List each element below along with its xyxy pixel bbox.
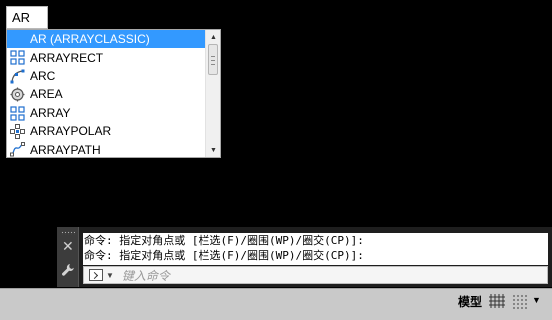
command-prompt[interactable]: ▼ 键入命令 [83, 266, 548, 284]
autocomplete-items: AR (ARRAYCLASSIC) ARRAYRECT ARC AREA ARR… [7, 30, 205, 157]
area-icon [10, 87, 25, 102]
array-polar-icon [10, 123, 25, 139]
history-line: 命令: 指定对角点或 [栏选(F)/圈围(WP)/圈交(CP)]: [84, 249, 364, 262]
chevron-up-icon: ▲ [210, 33, 217, 41]
arc-icon [10, 69, 25, 84]
close-icon[interactable]: ✕ [62, 239, 74, 253]
scroll-thumb[interactable] [208, 44, 218, 75]
grid-display-icon[interactable] [488, 292, 508, 310]
autocomplete-scrollbar[interactable]: ▲ ▼ [205, 30, 220, 157]
command-history: 命令: 指定对角点或 [栏选(F)/圈围(WP)/圈交(CP)]: 命令: 指定… [83, 233, 548, 265]
autocomplete-item-arc[interactable]: ARC [7, 67, 205, 85]
autocomplete-item-label: AREA [30, 87, 63, 102]
chevron-down-icon[interactable]: ▼ [106, 271, 114, 280]
scroll-down-arrow[interactable]: ▼ [206, 144, 221, 156]
status-menu-chevron-icon[interactable]: ▼ [532, 295, 541, 305]
autocomplete-item-label: ARRAYPATH [30, 142, 101, 157]
command-line-window: ✕ 命令: 指定对角点或 [栏选(F)/圈围(WP)/圈交(CP)]: 命令: … [57, 227, 552, 287]
autocomplete-item-arraypolar[interactable]: ARRAYPOLAR [7, 122, 205, 140]
autocomplete-item-arraypath[interactable]: ARRAYPATH [7, 140, 205, 158]
drag-handle-icon[interactable] [61, 231, 75, 235]
wrench-icon[interactable] [61, 263, 75, 277]
snap-mode-icon[interactable] [510, 292, 530, 310]
autocomplete-item-label: ARC [30, 68, 56, 83]
command-prompt-icon[interactable] [89, 269, 103, 281]
autocomplete-item-label: AR (ARRAYCLASSIC) [30, 32, 150, 47]
history-line: 命令: 指定对角点或 [栏选(F)/圈围(WP)/圈交(CP)]: [84, 234, 364, 247]
array-path-icon [10, 142, 25, 157]
array-icon [10, 105, 25, 121]
chevron-down-icon: ▼ [210, 146, 217, 154]
autocomplete-list: AR (ARRAYCLASSIC) ARRAYRECT ARC AREA ARR… [6, 29, 221, 158]
autocomplete-item-arrayrect[interactable]: ARRAYRECT [7, 48, 205, 66]
command-placeholder: 键入命令 [121, 268, 170, 283]
autocomplete-item-label: ARRAYRECT [30, 50, 104, 65]
autocomplete-item-array[interactable]: ARRAY [7, 104, 205, 122]
autocomplete-item-label: ARRAY [30, 105, 71, 120]
command-window-grip[interactable]: ✕ [57, 227, 79, 287]
autocomplete-item-ar-arrayclassic[interactable]: AR (ARRAYCLASSIC) [7, 30, 205, 49]
model-space-button[interactable]: 模型 [456, 290, 484, 312]
array-rect-icon [10, 50, 25, 65]
autocomplete-item-label: ARRAYPOLAR [30, 124, 112, 139]
command-input[interactable]: AR [6, 6, 48, 29]
scroll-up-arrow[interactable]: ▲ [206, 31, 221, 43]
autocomplete-item-area[interactable]: AREA [7, 85, 205, 103]
